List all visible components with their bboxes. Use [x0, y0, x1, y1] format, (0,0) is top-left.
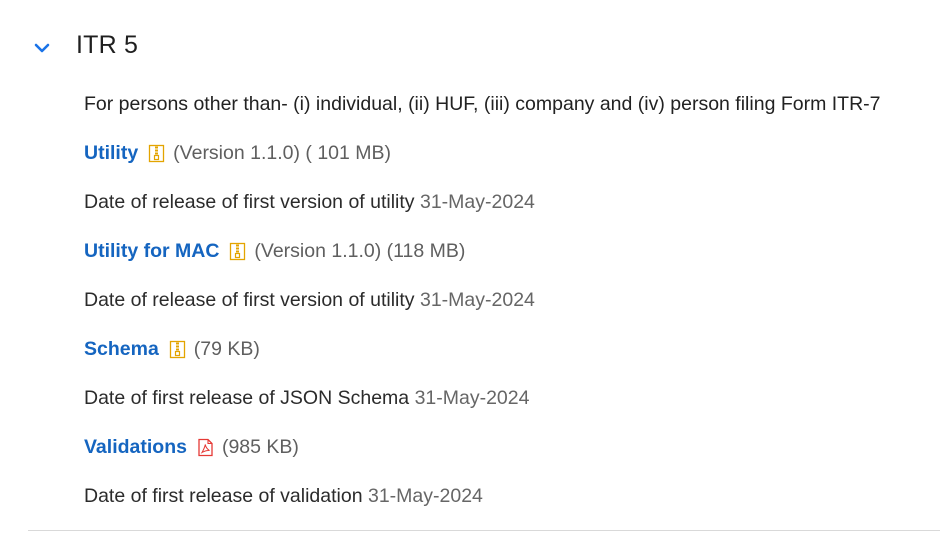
utility-mac-release-date: 31-May-2024: [419, 289, 535, 311]
validations-meta: (985 KB): [221, 436, 299, 458]
utility-meta: (Version 1.1.0) ( 101 MB): [173, 142, 392, 164]
form-description: For persons other than- (i) individual, …: [84, 93, 881, 115]
schema-release-row: Date of first release of JSON Schema 31-…: [84, 374, 924, 423]
validations-release-row: Date of first release of validation 31-M…: [84, 472, 924, 521]
utility-mac-meta: (Version 1.1.0) (118 MB): [254, 240, 466, 262]
schema-download-link[interactable]: Schema: [84, 338, 159, 361]
validations-release-label: Date of first release of validation: [84, 485, 363, 507]
accordion-content: For persons other than- (i) individual, …: [84, 80, 924, 521]
utility-mac-release-row: Date of release of first version of util…: [84, 276, 924, 325]
utility-release-date: 31-May-2024: [419, 191, 535, 213]
schema-meta: (79 KB): [193, 338, 260, 360]
zip-file-icon[interactable]: [148, 144, 165, 163]
utility-mac-download-link[interactable]: Utility for MAC: [84, 240, 219, 263]
validations-release-date: 31-May-2024: [367, 485, 483, 507]
schema-download-row: Schema (79 KB): [84, 325, 924, 374]
section-title: ITR 5: [76, 31, 139, 59]
schema-release-date: 31-May-2024: [414, 387, 530, 409]
chevron-down-icon[interactable]: [32, 38, 52, 58]
utility-release-label: Date of release of first version of util…: [84, 191, 415, 213]
pdf-file-icon[interactable]: [197, 438, 214, 457]
validations-download-link[interactable]: Validations: [84, 436, 187, 459]
zip-file-icon[interactable]: [169, 340, 186, 359]
zip-file-icon[interactable]: [229, 242, 246, 261]
utility-mac-release-label: Date of release of first version of util…: [84, 289, 415, 311]
validations-download-row: Validations (985 KB): [84, 423, 924, 472]
utility-release-row: Date of release of first version of util…: [84, 178, 924, 227]
utility-download-row: Utility (Version 1.1.0) ( 101 MB): [84, 129, 924, 178]
section-divider: [28, 530, 940, 531]
utility-download-link[interactable]: Utility: [84, 142, 138, 165]
schema-release-label: Date of first release of JSON Schema: [84, 387, 410, 409]
itr5-accordion-panel: ITR 5 For persons other than- (i) indivi…: [0, 0, 940, 533]
utility-mac-download-row: Utility for MAC (Version 1.1.0) (118 MB): [84, 227, 924, 276]
